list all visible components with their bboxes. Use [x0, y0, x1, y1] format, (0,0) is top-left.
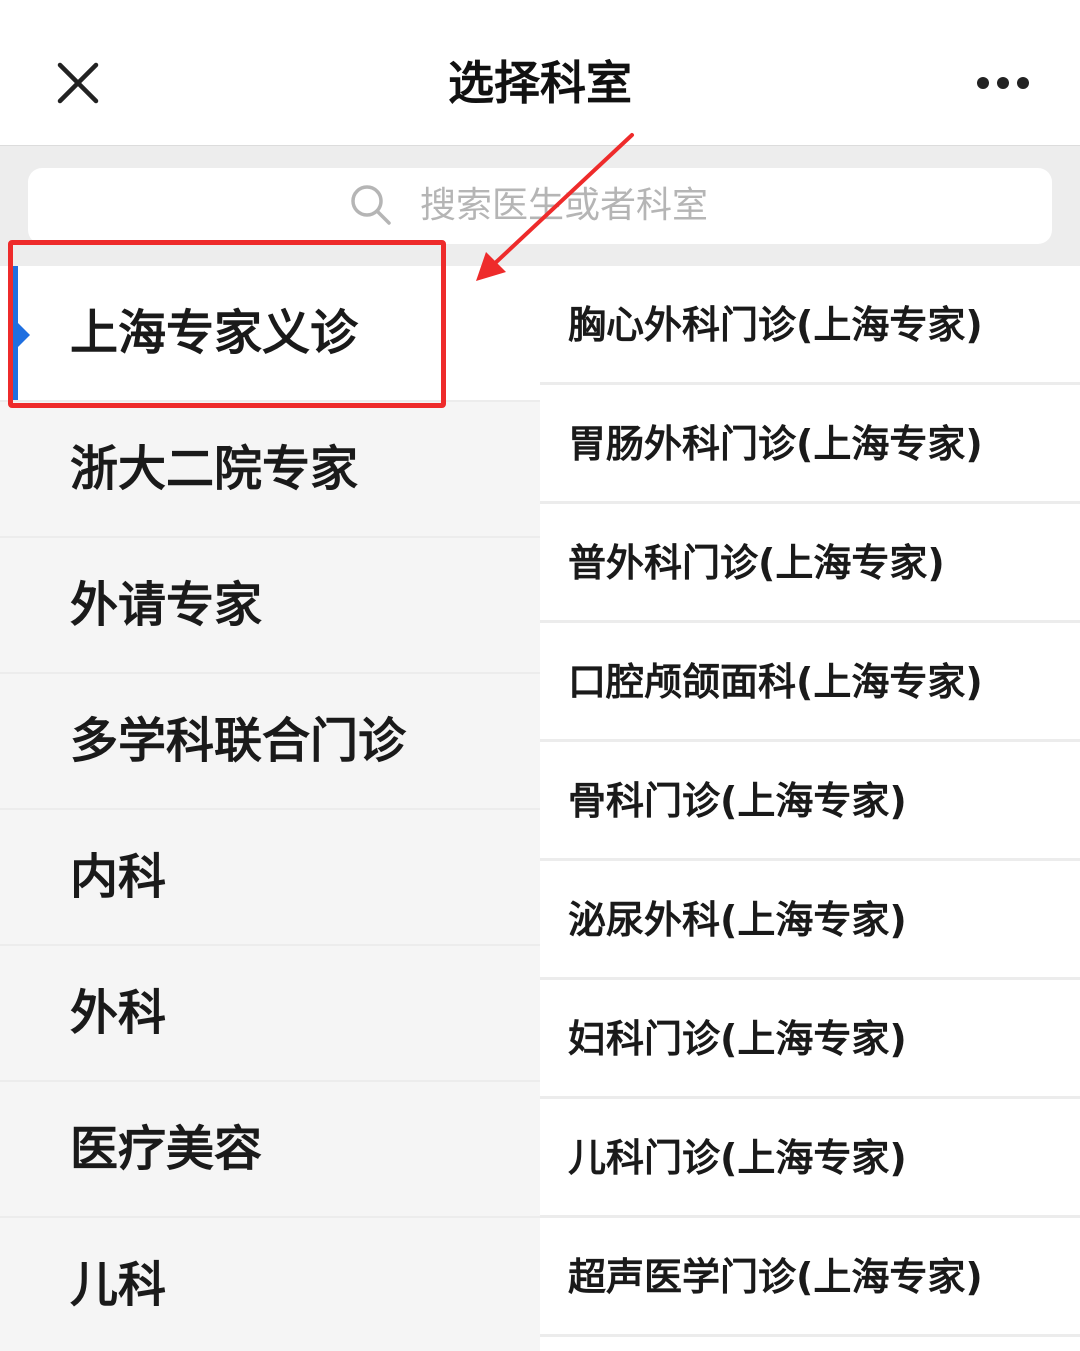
- department-item[interactable]: 普外科门诊(上海专家): [540, 504, 1080, 623]
- page-title: 选择科室: [448, 56, 632, 110]
- department-label: 儿科门诊(上海专家): [568, 1136, 907, 1180]
- search-icon: [348, 182, 394, 228]
- category-item[interactable]: 医疗美容: [0, 1082, 540, 1218]
- department-item[interactable]: 口腔颅颌面科(上海专家): [540, 623, 1080, 742]
- category-item[interactable]: 外科: [0, 946, 540, 1082]
- department-item[interactable]: 胃肠外科门诊(上海专家): [540, 385, 1080, 504]
- category-label: 多学科联合门诊: [70, 713, 407, 769]
- department-selector-screen: 选择科室 搜索医生或者科室 上海专家义诊 浙大二院专家 外请专家多学科联合门诊 内科外…: [0, 0, 1080, 1351]
- category-label: 浙大二院专家: [70, 441, 359, 497]
- header-bar: 选择科室: [0, 0, 1080, 145]
- category-label: 内科: [70, 849, 167, 905]
- category-item[interactable]: 上海专家义诊: [0, 266, 540, 402]
- more-button[interactable]: [968, 60, 1038, 106]
- department-item[interactable]: 泌尿外科(上海专家): [540, 861, 1080, 980]
- category-label: 儿科: [70, 1257, 167, 1313]
- category-item[interactable]: 多学科联合门诊: [0, 674, 540, 810]
- department-label: 妇科门诊(上海专家): [568, 1017, 907, 1061]
- department-item[interactable]: 超声医学门诊(上海专家): [540, 1218, 1080, 1337]
- category-item[interactable]: 浙大二院专家: [0, 402, 540, 538]
- department-list: 胸心外科门诊(上海专家) 胃肠外科门诊(上海专家) 普外科门诊(上海专家) 口腔颅颌面…: [540, 266, 1080, 1351]
- search-input[interactable]: 搜索医生或者科室: [28, 168, 1052, 244]
- department-label: 骨科门诊(上海专家): [568, 779, 907, 823]
- department-item[interactable]: 妇科门诊(上海专家): [540, 980, 1080, 1099]
- search-area: 搜索医生或者科室: [0, 145, 1080, 266]
- category-label: 上海专家义诊: [70, 305, 359, 361]
- active-indicator-bar: [10, 266, 18, 400]
- department-label: 普外科门诊(上海专家): [568, 541, 945, 585]
- department-item[interactable]: 胸心外科门诊(上海专家): [540, 266, 1080, 385]
- category-label: 医疗美容: [70, 1121, 263, 1177]
- department-item[interactable]: 骨科门诊(上海专家): [540, 742, 1080, 861]
- department-label: 泌尿外科(上海专家): [568, 898, 907, 942]
- department-label: 口腔颅颌面科(上海专家): [568, 660, 983, 704]
- category-label: 外科: [70, 985, 167, 1041]
- department-label: 超声医学门诊(上海专家): [568, 1255, 983, 1299]
- close-icon: [57, 62, 99, 104]
- more-dots-icon: [977, 77, 1029, 89]
- department-item[interactable]: 儿科门诊(上海专家): [540, 1099, 1080, 1218]
- category-list: 上海专家义诊 浙大二院专家 外请专家多学科联合门诊 内科外科医疗美容儿科: [0, 266, 540, 1351]
- department-label: 胃肠外科门诊(上海专家): [568, 422, 983, 466]
- close-button[interactable]: [50, 55, 106, 111]
- active-indicator-arrow-icon: [18, 323, 30, 347]
- category-label: 外请专家: [70, 577, 263, 633]
- search-placeholder: 搜索医生或者科室: [420, 185, 709, 226]
- department-label: 胸心外科门诊(上海专家): [568, 303, 983, 347]
- category-item[interactable]: 儿科: [0, 1218, 540, 1351]
- category-item[interactable]: 内科: [0, 810, 540, 946]
- category-item[interactable]: 外请专家: [0, 538, 540, 674]
